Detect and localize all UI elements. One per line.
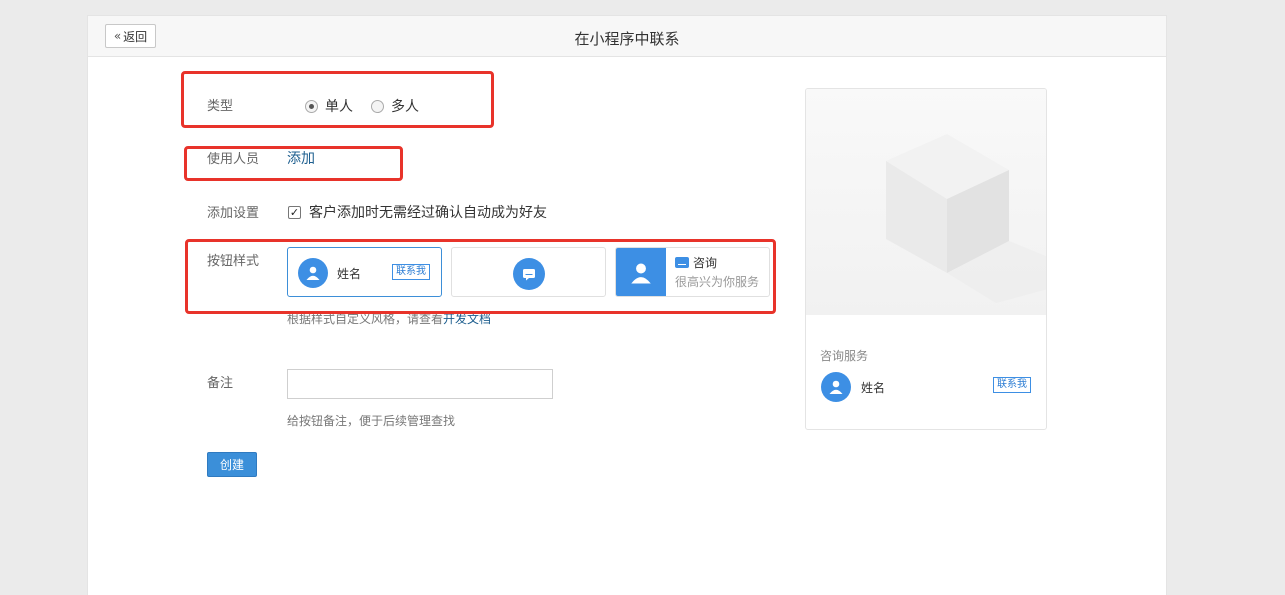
add-users-link[interactable]: 添加 xyxy=(287,148,315,168)
main-panel: « 返回 在小程序中联系 类型 单人 多人 使用人员 添加 添加设置 ✓ 客户添… xyxy=(87,15,1167,595)
chat-bubble-icon xyxy=(523,269,535,281)
button-style-card-2[interactable] xyxy=(451,247,606,297)
message-icon xyxy=(675,257,689,268)
button-style-card-1[interactable]: 姓名 联系我 xyxy=(287,247,442,297)
radio-single-indicator[interactable] xyxy=(305,99,318,113)
card1-name: 姓名 xyxy=(337,267,362,281)
preview-contact-badge[interactable]: 联系我 xyxy=(993,377,1031,393)
radio-single[interactable]: 单人 xyxy=(305,96,353,116)
remark-input[interactable] xyxy=(287,369,553,399)
add-settings-label: 添加设置 xyxy=(207,206,260,221)
checkbox-checked-icon[interactable]: ✓ xyxy=(288,205,301,219)
auto-friend-label: 客户添加时无需经过确认自动成为好友 xyxy=(309,205,547,221)
cube-placeholder-icon xyxy=(886,134,1046,303)
preview-name: 姓名 xyxy=(861,381,886,395)
chat-avatar xyxy=(513,258,545,290)
remark-hint: 给按钮备注，便于后续管理查找 xyxy=(287,414,456,428)
user-icon xyxy=(631,263,651,284)
users-label: 使用人员 xyxy=(207,152,260,167)
type-label: 类型 xyxy=(207,99,234,114)
consult-title-text: 咨询 xyxy=(693,256,718,270)
page-title: 在小程序中联系 xyxy=(574,30,680,48)
create-button[interactable]: 创建 xyxy=(207,452,257,477)
radio-multi-label: 多人 xyxy=(391,99,419,115)
avatar xyxy=(298,258,328,288)
preview-panel: 咨询服务 姓名 联系我 xyxy=(805,88,1047,430)
radio-multi[interactable]: 多人 xyxy=(371,96,419,116)
consult-title: 咨询 xyxy=(675,254,717,271)
button-style-hint-text: 根据样式自定义风格，请查看 xyxy=(287,312,444,326)
button-style-card-3[interactable]: 咨询 很高兴为你服务 xyxy=(615,247,770,297)
auto-friend-checkbox[interactable]: ✓ 客户添加时无需经过确认自动成为好友 xyxy=(288,202,547,222)
remark-label: 备注 xyxy=(207,376,234,391)
radio-single-label: 单人 xyxy=(325,99,353,115)
preview-image xyxy=(806,89,1046,315)
preview-avatar xyxy=(821,372,851,402)
user-icon xyxy=(306,266,320,280)
user-icon xyxy=(829,380,843,394)
radio-multi-indicator[interactable] xyxy=(371,99,384,113)
dev-docs-link[interactable]: 开发文档 xyxy=(443,312,491,326)
button-style-label: 按钮样式 xyxy=(207,254,260,269)
consult-subtitle: 很高兴为你服务 xyxy=(675,275,760,289)
button-style-hint: 根据样式自定义风格，请查看开发文档 xyxy=(287,310,491,327)
square-avatar xyxy=(616,248,666,296)
preview-service-label: 咨询服务 xyxy=(820,349,869,363)
page-header: « 返回 在小程序中联系 xyxy=(88,16,1166,57)
card1-contact-badge: 联系我 xyxy=(392,264,430,280)
